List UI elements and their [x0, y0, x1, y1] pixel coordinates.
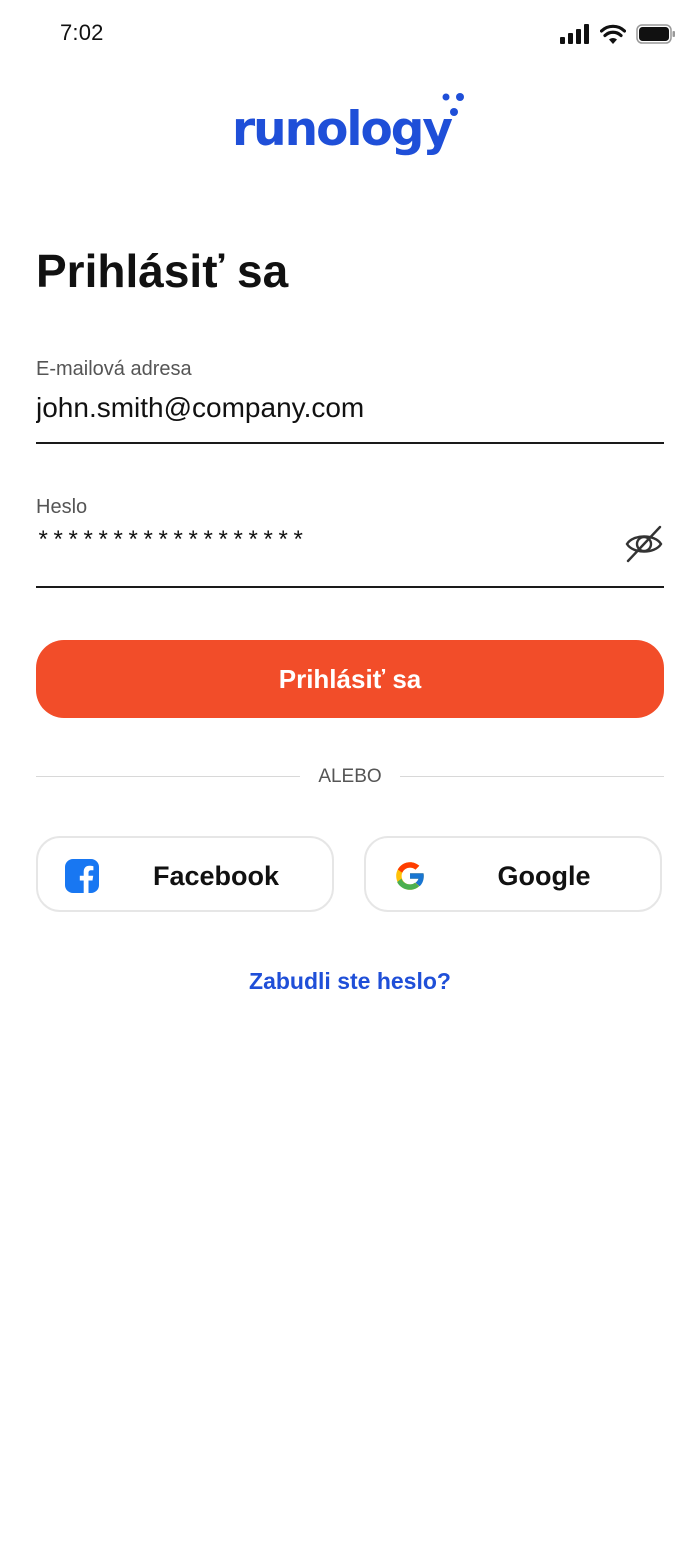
password-field: Heslo [36, 492, 664, 588]
facebook-label: Facebook [152, 861, 280, 891]
or-divider: ALEBO [36, 762, 664, 792]
divider-line-right [400, 776, 664, 777]
facebook-icon [65, 859, 99, 893]
signal-icon [560, 24, 589, 44]
logo-dots-icon [442, 93, 464, 116]
wifi-icon [600, 24, 626, 44]
google-label: Google [497, 861, 591, 891]
facebook-login-button[interactable]: Facebook [36, 836, 334, 912]
email-input[interactable] [36, 388, 606, 428]
divider-text: ALEBO [318, 766, 382, 787]
google-icon [396, 862, 425, 890]
status-time: 7:02 [60, 20, 104, 45]
status-bar: 7:02 [0, 0, 700, 70]
email-field: E-mailová adresa [36, 354, 664, 444]
eye-off-icon[interactable] [624, 524, 664, 564]
page-title: Prihlásiť sa [36, 245, 289, 297]
login-button[interactable]: Prihlásiť sa [36, 640, 664, 718]
forgot-password-link[interactable]: Zabudli ste heslo? [0, 968, 700, 995]
logo-wordmark: runology [232, 102, 453, 157]
status-icons [560, 24, 676, 44]
battery-icon [636, 24, 675, 44]
email-label: E-mailová adresa [36, 358, 192, 380]
google-login-button[interactable]: Google [364, 836, 662, 912]
password-input[interactable] [36, 522, 606, 562]
brand-logo: runology [232, 92, 472, 164]
password-label: Heslo [36, 496, 88, 518]
